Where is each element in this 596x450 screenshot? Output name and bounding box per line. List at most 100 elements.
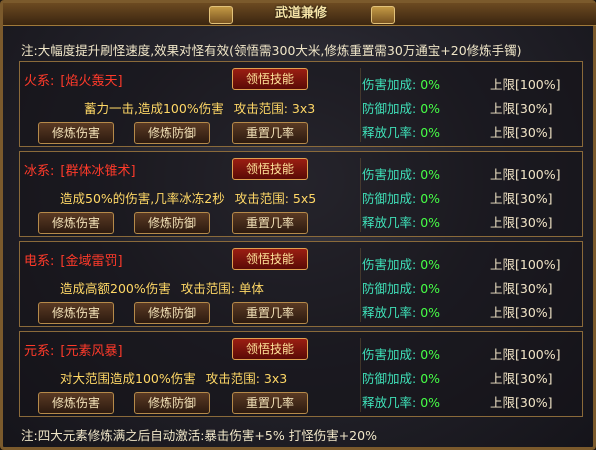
defense-bonus-value: 0% [420, 371, 441, 386]
skill-description: 对大范围造成100%伤害 攻击范围: 3x3 [60, 368, 293, 387]
skill-effect: 对大范围造成100%伤害 [60, 371, 196, 386]
defense-bonus-label: 防御加成: [362, 371, 417, 386]
release-rate-value: 0% [420, 395, 441, 410]
release-rate-label: 释放几率: [362, 395, 417, 410]
train-damage-button[interactable]: 修炼伤害 [38, 392, 114, 414]
defense-limit: 上限[30%] [490, 371, 553, 386]
skill-description: 造成50%的伤害,几率冰冻2秒 攻击范围: 5x5 [60, 188, 322, 207]
defense-bonus-value: 0% [420, 101, 441, 116]
damage-bonus: 伤害加成: 0% [362, 254, 440, 273]
damage-bonus-label: 伤害加成: [362, 167, 417, 182]
skill-name: [群体冰锥术] [60, 164, 136, 179]
top-note: 注:大幅度提升刷怪速度,效果对怪有效(领悟需300大米,修炼重置需30万通宝+2… [21, 43, 522, 58]
title-bar: 武道兼修 [3, 3, 596, 26]
defense-bonus-label: 防御加成: [362, 101, 417, 116]
train-defense-button[interactable]: 修炼防御 [134, 302, 210, 324]
divider [360, 338, 361, 412]
learn-skill-button[interactable]: 领悟技能 [232, 248, 308, 270]
bottom-note: 注:四大元素修炼满之后自动激活:暴击伤害+5% 打怪伤害+20% [21, 428, 377, 443]
skill-description: 蓄力一击,造成100%伤害 攻击范围: 3x3 [84, 98, 321, 117]
defense-bonus: 防御加成: 0% [362, 188, 440, 207]
learn-skill-button[interactable]: 领悟技能 [232, 338, 308, 360]
skill-name: [元素风暴] [60, 344, 123, 359]
release-limit: 上限[30%] [490, 305, 553, 320]
reset-rate-button[interactable]: 重置几率 [232, 392, 308, 414]
element-title: 元系: [元素风暴] [24, 340, 123, 359]
reset-rate-button[interactable]: 重置几率 [232, 302, 308, 324]
damage-bonus-label: 伤害加成: [362, 257, 417, 272]
damage-bonus-value: 0% [420, 257, 441, 272]
window-frame: 武道兼修 注:大幅度提升刷怪速度,效果对怪有效(领悟需300大米,修炼重置需30… [0, 0, 596, 450]
damage-bonus-value: 0% [420, 167, 441, 182]
defense-limit: 上限[30%] [490, 281, 553, 296]
damage-limit: 上限[100%] [490, 257, 561, 272]
element-panel-elemental: 元系: [元素风暴] 领悟技能 对大范围造成100%伤害 攻击范围: 3x3 修炼… [19, 331, 583, 417]
train-defense-button[interactable]: 修炼防御 [134, 122, 210, 144]
defense-bonus: 防御加成: 0% [362, 368, 440, 387]
release-rate-value: 0% [420, 125, 441, 140]
element-title: 电系: [金域雷罚] [24, 250, 123, 269]
defense-limit: 上限[30%] [490, 191, 553, 206]
divider [360, 248, 361, 322]
element-type: 冰系: [24, 164, 55, 179]
defense-limit: 上限[30%] [490, 101, 553, 116]
release-rate-label: 释放几率: [362, 215, 417, 230]
defense-bonus-label: 防御加成: [362, 191, 417, 206]
element-panel-fire: 火系: [焰火轰天] 领悟技能 蓄力一击,造成100%伤害 攻击范围: 3x3 修… [19, 61, 583, 147]
skill-range: 攻击范围: 5x5 [234, 191, 317, 206]
release-limit: 上限[30%] [490, 125, 553, 140]
reset-rate-button[interactable]: 重置几率 [232, 212, 308, 234]
skill-description: 造成高额200%伤害 攻击范围: 单体 [60, 278, 270, 297]
element-panel-ice: 冰系: [群体冰锥术] 领悟技能 造成50%的伤害,几率冰冻2秒 攻击范围: 5x… [19, 151, 583, 237]
window-title: 武道兼修 [274, 6, 327, 21]
release-rate-value: 0% [420, 215, 441, 230]
damage-bonus: 伤害加成: 0% [362, 74, 440, 93]
release-rate: 释放几率: 0% [362, 122, 440, 141]
defense-bonus-value: 0% [420, 191, 441, 206]
defense-bonus: 防御加成: 0% [362, 278, 440, 297]
damage-bonus: 伤害加成: 0% [362, 344, 440, 363]
defense-bonus-value: 0% [420, 281, 441, 296]
defense-bonus-label: 防御加成: [362, 281, 417, 296]
damage-limit: 上限[100%] [490, 167, 561, 182]
damage-bonus-label: 伤害加成: [362, 347, 417, 362]
skill-name: [焰火轰天] [60, 74, 123, 89]
element-type: 电系: [24, 254, 55, 269]
release-rate: 释放几率: 0% [362, 302, 440, 321]
release-rate-value: 0% [420, 305, 441, 320]
train-damage-button[interactable]: 修炼伤害 [38, 302, 114, 324]
learn-skill-button[interactable]: 领悟技能 [232, 68, 308, 90]
release-rate: 释放几率: 0% [362, 392, 440, 411]
learn-skill-button[interactable]: 领悟技能 [232, 158, 308, 180]
release-rate-label: 释放几率: [362, 125, 417, 140]
element-panel-thunder: 电系: [金域雷罚] 领悟技能 造成高额200%伤害 攻击范围: 单体 修炼伤害 … [19, 241, 583, 327]
train-damage-button[interactable]: 修炼伤害 [38, 122, 114, 144]
element-type: 元系: [24, 344, 55, 359]
damage-bonus-label: 伤害加成: [362, 77, 417, 92]
damage-limit: 上限[100%] [490, 77, 561, 92]
divider [360, 68, 361, 142]
skill-name: [金域雷罚] [60, 254, 123, 269]
train-damage-button[interactable]: 修炼伤害 [38, 212, 114, 234]
damage-bonus-value: 0% [420, 77, 441, 92]
skill-effect: 造成50%的伤害,几率冰冻2秒 [60, 191, 225, 206]
element-title: 冰系: [群体冰锥术] [24, 160, 136, 179]
release-limit: 上限[30%] [490, 395, 553, 410]
defense-bonus: 防御加成: 0% [362, 98, 440, 117]
skill-range: 攻击范围: 3x3 [205, 371, 288, 386]
release-rate-label: 释放几率: [362, 305, 417, 320]
skill-effect: 蓄力一击,造成100%伤害 [84, 101, 224, 116]
damage-bonus: 伤害加成: 0% [362, 164, 440, 183]
skill-range: 攻击范围: 3x3 [233, 101, 316, 116]
skill-effect: 造成高额200%伤害 [60, 281, 171, 296]
release-limit: 上限[30%] [490, 215, 553, 230]
element-title: 火系: [焰火轰天] [24, 70, 123, 89]
train-defense-button[interactable]: 修炼防御 [134, 212, 210, 234]
reset-rate-button[interactable]: 重置几率 [232, 122, 308, 144]
skill-range: 攻击范围: 单体 [180, 281, 264, 296]
element-type: 火系: [24, 74, 55, 89]
train-defense-button[interactable]: 修炼防御 [134, 392, 210, 414]
divider [360, 158, 361, 232]
damage-limit: 上限[100%] [490, 347, 561, 362]
damage-bonus-value: 0% [420, 347, 441, 362]
